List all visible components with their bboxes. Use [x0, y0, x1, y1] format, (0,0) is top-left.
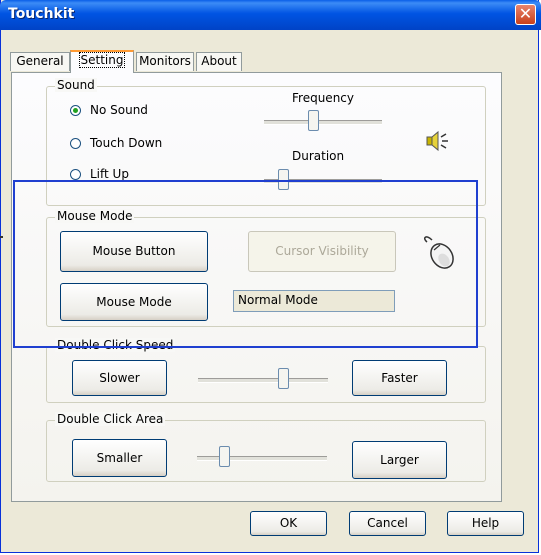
- duration-label: Duration: [292, 149, 345, 163]
- radio-indicator: [70, 105, 81, 116]
- area-slider-thumb[interactable]: [219, 446, 230, 467]
- double-click-area-group-label: Double Click Area: [55, 412, 166, 426]
- cancel-button[interactable]: Cancel: [349, 511, 426, 536]
- radio-indicator: [70, 169, 81, 180]
- area-track: [197, 456, 327, 461]
- close-icon: ✕: [518, 4, 533, 23]
- radio-indicator: [70, 138, 81, 149]
- ok-button[interactable]: OK: [250, 511, 327, 536]
- larger-button[interactable]: Larger: [352, 441, 447, 479]
- title-bar[interactable]: Touchkit ✕: [0, 0, 541, 30]
- frequency-slider-thumb[interactable]: [308, 110, 319, 131]
- close-button[interactable]: ✕: [515, 4, 536, 25]
- slower-button[interactable]: Slower: [72, 360, 167, 396]
- frequency-label: Frequency: [292, 91, 354, 105]
- window-title: Touchkit: [8, 6, 75, 22]
- highlight-marker: [0, 236, 3, 238]
- frequency-track: [264, 120, 382, 125]
- sound-group-label: Sound: [55, 78, 97, 92]
- highlight-box: [13, 180, 478, 348]
- tab-general[interactable]: General: [10, 52, 70, 71]
- faster-button[interactable]: Faster: [352, 360, 447, 396]
- tab-monitors[interactable]: Monitors: [136, 52, 194, 71]
- tab-setting[interactable]: Setting: [70, 50, 134, 73]
- speed-slider-thumb[interactable]: [278, 368, 289, 389]
- speaker-icon: [426, 130, 448, 152]
- tab-about[interactable]: About: [196, 52, 242, 71]
- speed-track: [198, 378, 328, 383]
- help-button[interactable]: Help: [447, 511, 524, 536]
- smaller-button[interactable]: Smaller: [72, 439, 167, 477]
